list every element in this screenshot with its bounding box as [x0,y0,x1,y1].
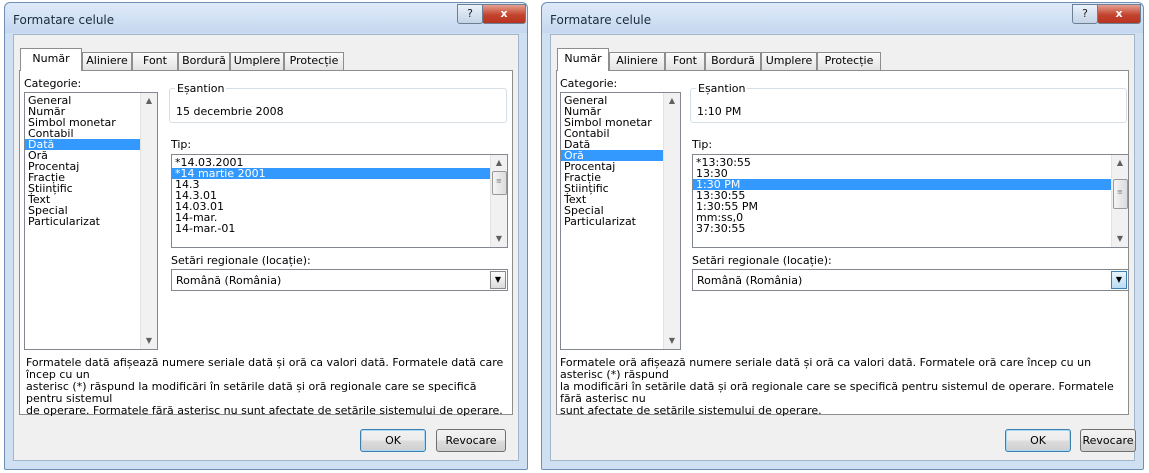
sample-group: Eșantion 15 decembrie 2008 [169,82,507,123]
type-item[interactable]: 1:30:55 PM [693,201,1128,212]
title-bar[interactable]: Formatare celule ? x [5,3,527,33]
scroll-up-arrow-icon[interactable]: ▲ [491,155,507,171]
scroll-thumb[interactable]: ≡ [492,171,507,195]
locale-value: Română (România) [176,274,282,287]
help-button[interactable]: ? [457,4,483,24]
help-button[interactable]: ? [1072,4,1098,24]
help-icon: ? [467,7,473,20]
sample-value: 1:10 PM [697,105,742,118]
description-line: Formatele dată afișează numere seriale d… [26,356,504,381]
grip-icon: ≡ [496,177,502,185]
category-listbox[interactable]: General Număr Simbol monetar Contabil Da… [24,92,158,350]
format-cells-dialog-date: Formatare celule ? x Număr Aliniere Font… [4,2,528,470]
scroll-up-arrow-icon[interactable]: ▲ [141,93,157,109]
dialog-body: Număr Aliniere Font Bordură Umplere Prot… [550,34,1136,461]
format-description: Formatele dată afișează numere seriale d… [26,357,512,417]
grip-icon: ≡ [1117,188,1123,196]
category-scrollbar[interactable]: ▲ ▼ [140,93,157,349]
type-label: Tip: [171,138,192,151]
format-description: Formatele oră afișează numere seriale da… [560,357,1128,417]
type-item[interactable]: *13:30:55 [693,157,1128,168]
sample-group: Eșantion 1:10 PM [690,82,1127,123]
description-line: la modificări în setările dată și oră re… [560,380,1114,405]
type-item[interactable]: 37:30:55 [693,223,1128,234]
type-listbox[interactable]: *14.03.2001 *14 martie 2001 14.3 14.3.01… [171,154,508,248]
category-listbox[interactable]: General Număr Simbol monetar Contabil Da… [560,92,681,350]
type-label: Tip: [692,138,713,151]
tab-umplere[interactable]: Umplere [230,52,284,70]
locale-select[interactable]: Română (România) ▼ [171,269,508,291]
cancel-button[interactable]: Revocare [1080,429,1136,452]
tab-font[interactable]: Font [665,52,705,70]
category-label: Categorie: [560,77,618,90]
scroll-down-arrow-icon[interactable]: ▼ [141,333,157,349]
type-item[interactable]: 13:30 [693,168,1128,179]
dropdown-arrow-icon[interactable]: ▼ [1111,271,1127,289]
tab-bordura[interactable]: Bordură [178,52,230,70]
cancel-button[interactable]: Revocare [436,429,506,452]
ok-button[interactable]: OK [360,429,426,452]
dialog-title: Formatare celule [13,13,115,27]
tab-numar[interactable]: Număr [557,48,609,71]
tab-panel-numar: Categorie: General Număr Simbol monetar … [19,70,513,417]
description-line: Formatele oră afișează numere seriale da… [560,356,1092,381]
ok-button[interactable]: OK [1005,429,1071,452]
scroll-down-arrow-icon[interactable]: ▼ [1112,231,1128,247]
scroll-down-arrow-icon[interactable]: ▼ [491,231,507,247]
type-item[interactable]: 14.3 [172,179,507,190]
tab-aliniere[interactable]: Aliniere [82,52,132,70]
tab-panel-numar: Categorie: General Număr Simbol monetar … [556,70,1129,417]
sample-value: 15 decembrie 2008 [176,105,284,118]
locale-select[interactable]: Română (România) ▼ [692,269,1129,291]
category-scrollbar[interactable]: ▲ ▼ [663,93,680,349]
type-item[interactable]: 14.03.01 [172,201,507,212]
close-icon: x [1115,7,1123,20]
category-item[interactable]: Particularizat [25,216,157,227]
description-line: de operare. Formatele fără asterisc nu s… [26,404,503,417]
locale-label: Setări regionale (locație): [171,254,311,267]
type-listbox[interactable]: *13:30:55 13:30 1:30 PM 13:30:55 1:30:55… [692,154,1129,248]
tab-umplere[interactable]: Umplere [761,52,817,70]
tab-protectie[interactable]: Protecție [817,52,881,70]
type-item-selected[interactable]: 1:30 PM [693,179,1111,190]
tab-protectie[interactable]: Protecție [284,52,344,70]
category-label: Categorie: [24,77,82,90]
sample-label: Eșantion [696,82,748,95]
close-button[interactable]: x [482,4,526,24]
dialog-title: Formatare celule [550,13,652,27]
dropdown-arrow-icon[interactable]: ▼ [490,271,506,289]
scroll-down-arrow-icon[interactable]: ▼ [664,333,680,349]
tab-font[interactable]: Font [132,52,178,70]
type-scrollbar[interactable]: ▲ ≡ ▼ [490,155,507,247]
sample-label: Eșantion [175,82,227,95]
description-line: sunt afectate de setările sistemului de … [560,404,822,417]
format-cells-dialog-time: Formatare celule ? x Număr Aliniere Font… [541,2,1144,470]
scroll-thumb[interactable]: ≡ [1113,179,1128,209]
close-icon: x [500,7,508,20]
scroll-up-arrow-icon[interactable]: ▲ [1112,155,1128,171]
close-button[interactable]: x [1097,4,1141,24]
type-scrollbar[interactable]: ▲ ≡ ▼ [1111,155,1128,247]
type-item[interactable]: 14-mar.-01 [172,223,507,234]
type-item[interactable]: 13:30:55 [693,190,1128,201]
tab-bordura[interactable]: Bordură [705,52,761,70]
type-item[interactable]: mm:ss,0 [693,212,1128,223]
locale-value: Română (România) [697,274,803,287]
locale-label: Setări regionale (locație): [692,254,832,267]
title-bar[interactable]: Formatare celule ? x [542,3,1143,33]
dialog-body: Număr Aliniere Font Bordură Umplere Prot… [13,34,519,461]
description-line: asterisc (*) răspund la modificări în se… [26,380,477,405]
tab-numar[interactable]: Număr [20,48,82,71]
tab-aliniere[interactable]: Aliniere [609,52,665,70]
type-item-selected[interactable]: *14 martie 2001 [172,168,490,179]
help-icon: ? [1082,7,1088,20]
scroll-up-arrow-icon[interactable]: ▲ [664,93,680,109]
